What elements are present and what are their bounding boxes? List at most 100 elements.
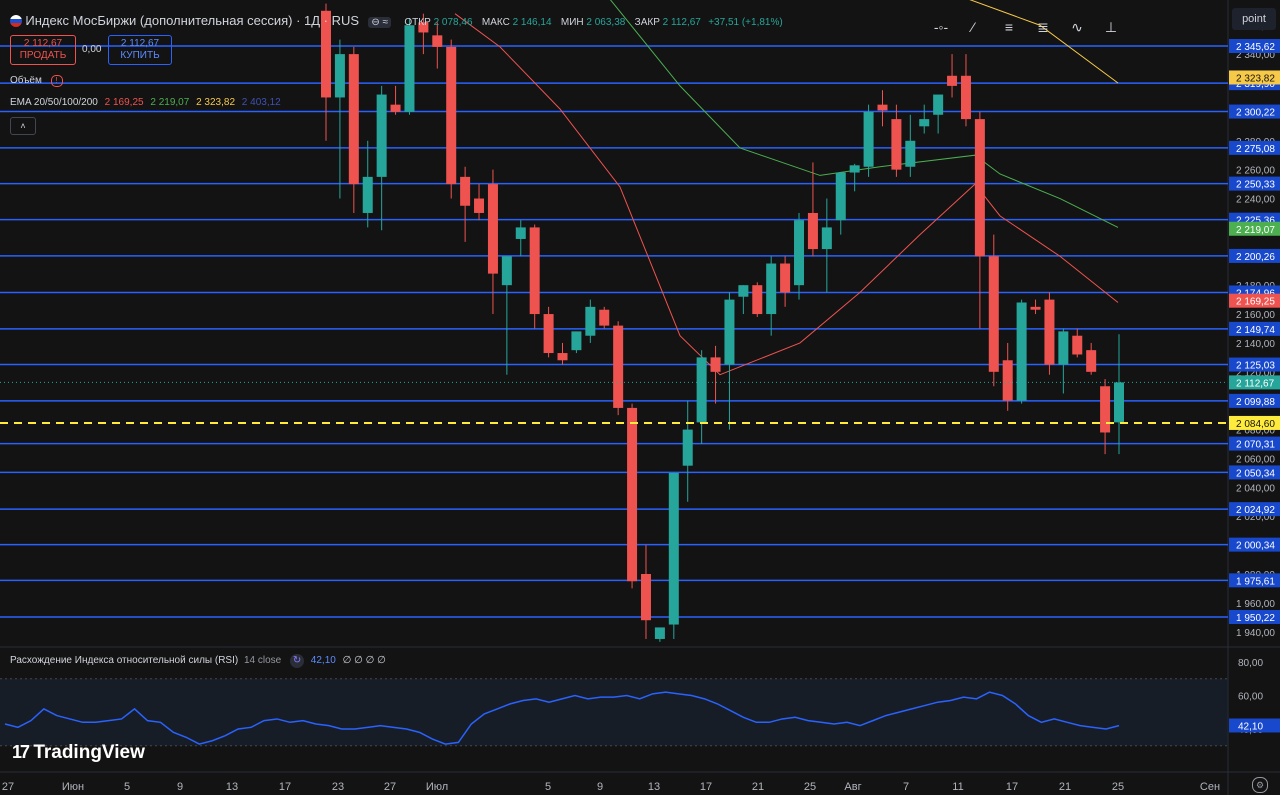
candle-body <box>835 172 846 221</box>
ema-indicator[interactable]: EMA 20/50/100/200 2 169,25 2 219,07 2 32… <box>10 97 281 108</box>
candle-body <box>752 285 763 315</box>
candle-body <box>390 104 401 112</box>
price-range-icon[interactable]: ⊥ <box>1098 14 1124 40</box>
point-button[interactable]: point <box>1232 8 1276 30</box>
x-tick-label: 23 <box>332 781 344 793</box>
y-tick-label: 2 140,00 <box>1236 339 1275 350</box>
price-level-label: 2 000,34 <box>1236 541 1275 552</box>
x-tick-label: 25 <box>804 781 816 793</box>
candle-body <box>487 184 498 274</box>
rsi-scale-label: 60,00 <box>1238 692 1263 703</box>
alert-icon[interactable]: ! <box>50 75 63 87</box>
price-level-label: 2 050,34 <box>1236 468 1275 479</box>
candle-body <box>557 353 568 361</box>
x-tick-label: 13 <box>226 781 238 793</box>
price-level-label: 1 975,61 <box>1236 576 1275 587</box>
ema200-value: 2 403,12 <box>241 97 281 108</box>
ema-axis-label: 2 169,25 <box>1236 297 1275 308</box>
price-level-label: 2 070,31 <box>1236 440 1275 451</box>
refresh-icon[interactable]: ↻ <box>290 654 305 668</box>
trend-line-icon[interactable]: ⁄ <box>960 14 986 40</box>
candle-body <box>863 111 874 167</box>
long-position-icon[interactable]: ≣ <box>1030 14 1056 40</box>
candle-body <box>988 256 999 372</box>
x-tick-label: 25 <box>1112 781 1124 793</box>
candle-body <box>766 263 777 315</box>
tradingview-mark-icon: 17 <box>12 742 30 762</box>
x-tick-label: 5 <box>545 781 551 793</box>
ema50-value: 2 219,07 <box>150 97 190 108</box>
collapse-chevron-icon[interactable]: ˄ <box>10 117 36 135</box>
candle-body <box>780 263 791 293</box>
candle-body <box>1044 299 1055 365</box>
buy-price: 2 112,67 <box>120 38 160 49</box>
candle-body <box>960 75 971 120</box>
x-tick-label: 21 <box>752 781 764 793</box>
rsi-params: 14 close <box>243 655 282 666</box>
dashed-level-label: 2 084,60 <box>1236 419 1275 430</box>
candle-body <box>682 429 693 466</box>
y-tick-label: 2 260,00 <box>1236 166 1275 177</box>
y-tick-label: 1 960,00 <box>1236 599 1275 610</box>
sell-label: ПРОДАТЬ <box>19 50 67 61</box>
volume-label: Объём <box>10 75 42 86</box>
flag-ru-icon <box>10 15 22 27</box>
candle-body <box>1086 350 1097 372</box>
x-tick-label: 17 <box>1006 781 1018 793</box>
ema-axis-label: 2 323,82 <box>1236 73 1275 84</box>
candle-body <box>891 119 902 170</box>
candle-body <box>362 176 373 213</box>
ohlc-change: +37,51 (+1,81%) <box>708 17 783 28</box>
x-tick-label: 5 <box>124 781 130 793</box>
candle-body <box>599 309 610 326</box>
symbol-header[interactable]: Индекс МосБиржи (дополнительная сессия) … <box>10 13 783 28</box>
x-tick-label: 9 <box>177 781 183 793</box>
settings-gear-icon[interactable]: ⚙ <box>1252 777 1268 793</box>
buy-button[interactable]: 2 112,67 КУПИТЬ <box>108 35 172 65</box>
y-tick-label: 1 940,00 <box>1236 628 1275 639</box>
background <box>0 0 1280 795</box>
price-level-label: 2 149,74 <box>1236 325 1275 336</box>
y-tick-label: 2 160,00 <box>1236 310 1275 321</box>
candle-body <box>947 75 958 86</box>
candle-body <box>1058 331 1069 365</box>
tradingview-wordmark: TradingView <box>33 742 145 763</box>
ohlc-open: ОТКР 2 078,46 <box>404 17 473 28</box>
candle-body <box>668 472 679 625</box>
candle-body <box>1002 360 1013 401</box>
fib-retracement-icon[interactable]: ≡ <box>996 14 1022 40</box>
candle-body <box>724 299 735 365</box>
candle-body <box>432 35 443 47</box>
candle-body <box>821 227 832 250</box>
candle-body <box>877 104 888 111</box>
candle-body <box>654 627 665 639</box>
candle-body <box>905 140 916 167</box>
y-tick-label: 2 040,00 <box>1236 483 1275 494</box>
candle-body <box>474 198 485 213</box>
horizontal-ray-icon[interactable]: -◦- <box>928 14 954 40</box>
candle-body <box>627 407 638 582</box>
eye-icon[interactable]: ⊖ ≈ <box>368 17 392 28</box>
y-tick-label: 2 240,00 <box>1236 195 1275 206</box>
candle-body <box>1114 382 1124 423</box>
x-tick-label: Июл <box>426 781 448 793</box>
x-tick-label: 27 <box>2 781 14 793</box>
candle-body <box>571 331 582 351</box>
rsi-value: 42,10 <box>310 655 336 666</box>
spread-value: 0,00 <box>82 44 102 55</box>
sell-button[interactable]: 2 112,67 ПРОДАТЬ <box>10 35 76 65</box>
ohlc-low: МИН 2 063,38 <box>560 17 626 28</box>
buy-label: КУПИТЬ <box>120 50 160 61</box>
x-tick-label: 7 <box>903 781 909 793</box>
candle-body <box>933 94 944 115</box>
price-level-label: 2 125,03 <box>1236 361 1275 372</box>
zigzag-icon[interactable]: ∿ <box>1064 14 1090 40</box>
ohlc-close: ЗАКР 2 112,67 <box>634 17 701 28</box>
rsi-header[interactable]: Расхождение Индекса относительной силы (… <box>10 654 386 668</box>
candle-body <box>543 314 554 354</box>
candle-body <box>529 227 540 315</box>
x-tick-label: Сен <box>1200 781 1220 793</box>
rsi-band <box>0 678 1228 746</box>
x-tick-label: Авг <box>844 781 861 793</box>
volume-indicator[interactable]: Объём ! <box>10 75 63 87</box>
